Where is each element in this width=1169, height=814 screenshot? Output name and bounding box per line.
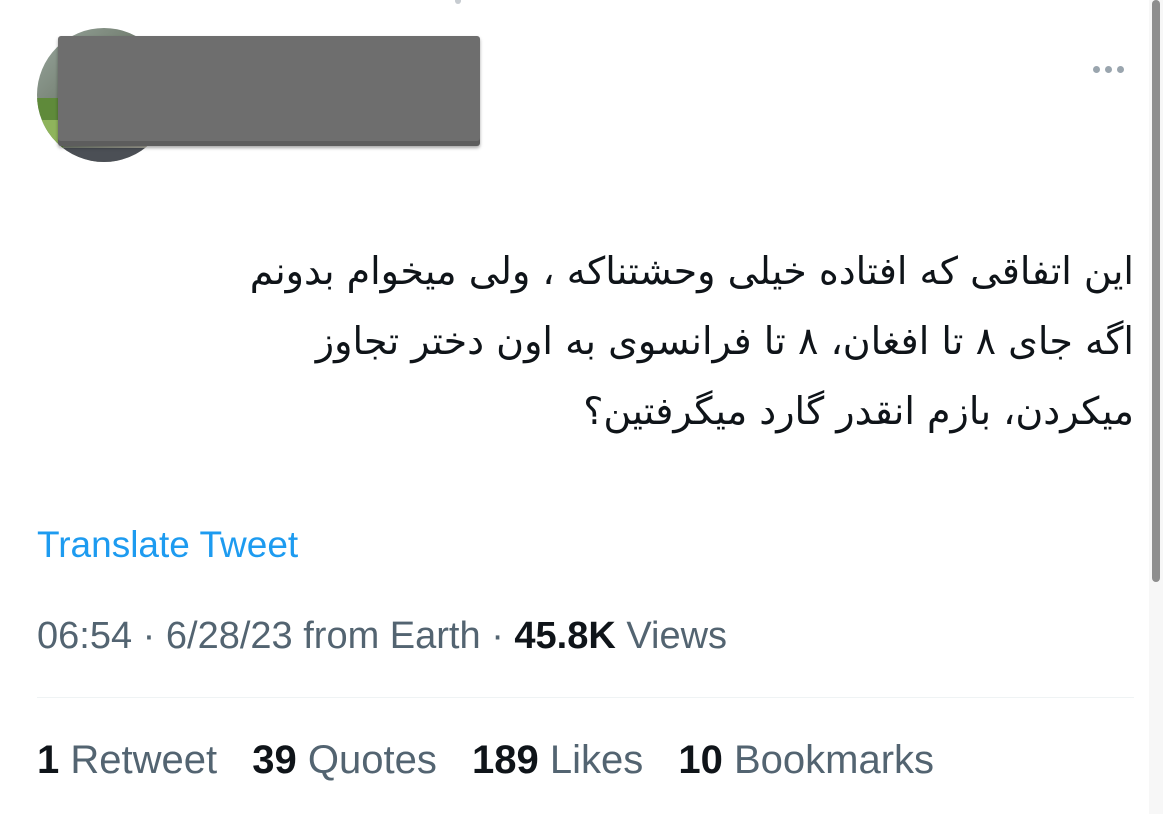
translate-tweet-link[interactable]: Translate Tweet [37,522,298,568]
scrollbar-thumb[interactable] [1152,0,1160,582]
quotes-stat[interactable]: 39 Quotes [252,738,437,782]
more-horizontal-icon [1104,65,1112,73]
more-options-button[interactable] [1082,55,1134,83]
bookmarks-stat[interactable]: 10 Bookmarks [678,738,934,782]
likes-stat[interactable]: 189 Likes [472,738,643,782]
more-horizontal-icon [1116,65,1124,73]
views-label: Views [626,615,728,657]
avatar-plant-detail [41,120,59,150]
tweet-date[interactable]: 6/28/23 [166,615,293,657]
meta-separator: · [142,615,166,657]
redacted-author-name [58,36,480,146]
more-horizontal-icon [1092,65,1100,73]
retweets-count: 1 [37,738,60,782]
quotes-count: 39 [252,738,297,782]
bookmarks-count: 10 [678,738,723,782]
quotes-label: Quotes [307,738,437,782]
tweet-metadata: 06:54 · 6/28/23 from Earth · 45.8K Views [37,612,727,660]
top-edge-mark [455,0,461,4]
tweet-time[interactable]: 06:54 [37,615,132,657]
retweets-label: Retweet [70,738,218,782]
likes-count: 189 [471,738,539,782]
tweet-source: from Earth [303,615,481,657]
tweet-text: این اتفاقی که افتاده خیلی وحشتناکه ، ولی… [249,249,1134,433]
divider [37,697,1134,698]
likes-label: Likes [549,738,644,782]
retweets-stat[interactable]: 1 Retweet [37,738,217,782]
views-count: 45.8K [514,615,616,657]
meta-separator: · [491,615,515,657]
bookmarks-label: Bookmarks [733,738,935,782]
engagement-stats: 1 Retweet 39 Quotes 189 Likes 10 Bookmar… [37,735,958,785]
avatar-floor-detail [57,148,171,162]
